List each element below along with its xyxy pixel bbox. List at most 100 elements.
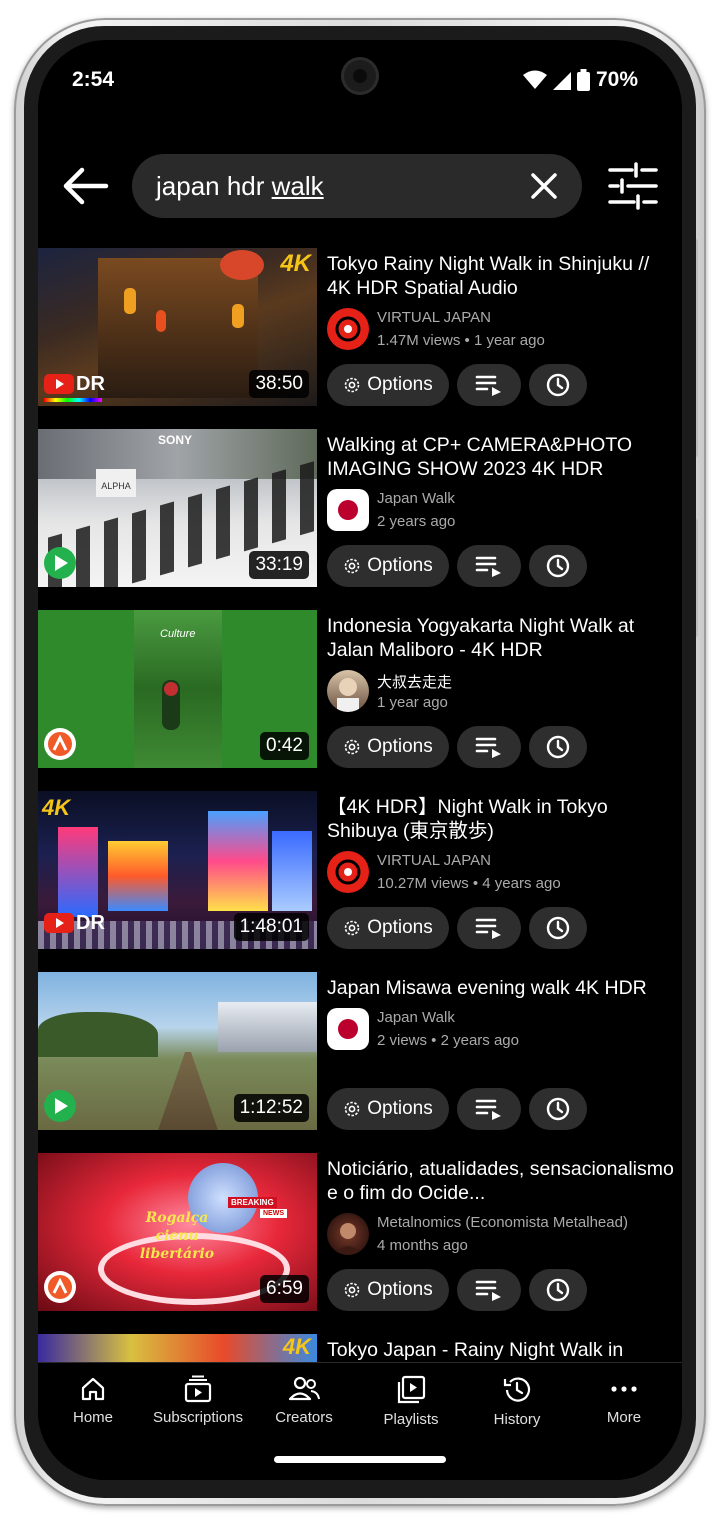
- video-result[interactable]: Culture 0:42 Indonesia Yogyakarta Night …: [38, 610, 682, 768]
- channel-avatar[interactable]: [327, 489, 369, 531]
- video-duration: 38:50: [249, 370, 309, 398]
- video-result[interactable]: SONY ALPHA 33:19 Walking at CP+ CAMERA&P…: [38, 429, 682, 587]
- nav-more[interactable]: More: [569, 1375, 679, 1426]
- options-button[interactable]: Options: [327, 1269, 449, 1311]
- channel-avatar[interactable]: [327, 1008, 369, 1050]
- lantern: [232, 304, 244, 328]
- video-meta: 2 views • 2 years ago: [377, 1032, 519, 1049]
- options-button[interactable]: Options: [327, 1088, 449, 1130]
- video-title[interactable]: 【4K HDR】Night Walk in Tokyo Shibuya (東京散…: [327, 795, 677, 843]
- channel-name[interactable]: Metalnomics (Economista Metalhead): [377, 1214, 628, 1231]
- playlist-add-icon: [475, 1280, 501, 1301]
- search-query-text: japan hdr: [156, 171, 272, 201]
- more-icon: [611, 1386, 637, 1392]
- video-meta: 2 years ago: [377, 513, 456, 530]
- watch-later-button[interactable]: [529, 545, 587, 587]
- video-title[interactable]: Tokyo Japan - Rainy Night Walk in: [327, 1338, 677, 1362]
- clock-icon: [546, 1278, 570, 1302]
- lantern: [124, 288, 136, 314]
- watch-later-button[interactable]: [529, 1269, 587, 1311]
- options-button[interactable]: Options: [327, 907, 449, 949]
- nav-label: Home: [72, 1409, 113, 1426]
- thumbnail-title-text: Rogalça cienu libertário: [139, 1210, 215, 1262]
- video-thumbnail[interactable]: 4K DR 38:50: [38, 248, 317, 406]
- watch-later-button[interactable]: [529, 726, 587, 768]
- video-title[interactable]: Walking at CP+ CAMERA&PHOTO IMAGING SHOW…: [327, 433, 677, 481]
- video-result[interactable]: 4K DR 38:50 Tokyo Rainy Night Walk in Sh…: [38, 248, 682, 406]
- youtube-logo: [44, 913, 74, 933]
- hdr-tag: DR: [76, 373, 105, 395]
- back-button[interactable]: [60, 164, 110, 208]
- channel-name[interactable]: Japan Walk: [377, 1009, 455, 1026]
- video-thumbnail[interactable]: SONY ALPHA 33:19: [38, 429, 317, 587]
- options-button[interactable]: Options: [327, 364, 449, 406]
- watch-later-button[interactable]: [529, 364, 587, 406]
- watch-later-button[interactable]: [529, 1088, 587, 1130]
- building-lights: [272, 831, 312, 911]
- add-to-queue-button[interactable]: [457, 1088, 521, 1130]
- nav-subscriptions[interactable]: Subscriptions: [143, 1375, 253, 1426]
- 4k-tag: 4K: [280, 250, 311, 277]
- nav-label: History: [493, 1411, 541, 1428]
- channel-avatar[interactable]: [327, 308, 369, 350]
- video-thumbnail[interactable]: 1:12:52: [38, 972, 317, 1130]
- nav-label: Creators: [275, 1409, 333, 1426]
- video-title[interactable]: Japan Misawa evening walk 4K HDR: [327, 976, 677, 1000]
- watch-later-button[interactable]: [529, 907, 587, 949]
- video-duration: 0:42: [260, 732, 309, 760]
- nav-playlists[interactable]: Playlists: [356, 1375, 466, 1428]
- battery-percent: 70%: [595, 68, 638, 91]
- results-list: 4K DR 38:50 Tokyo Rainy Night Walk in Sh…: [38, 248, 682, 1362]
- channel-avatar[interactable]: [327, 851, 369, 893]
- channel-avatar[interactable]: [327, 670, 369, 712]
- playlist-add-icon: [475, 1099, 501, 1120]
- video-duration: 6:59: [260, 1275, 309, 1303]
- options-button[interactable]: Options: [327, 726, 449, 768]
- video-meta: 4 months ago: [377, 1237, 468, 1254]
- add-to-queue-button[interactable]: [457, 1269, 521, 1311]
- video-result[interactable]: 4K DR 1:48:01 【4K HDR】Night Walk in Toky…: [38, 791, 682, 949]
- screen: 2:54 70% japan hdr walk 4K DR 38:50 Toky…: [38, 40, 682, 1480]
- channel-logo: [44, 1271, 76, 1303]
- nav-creators[interactable]: Creators: [249, 1375, 359, 1426]
- video-meta: 10.27M views • 4 years ago: [377, 875, 561, 892]
- nav-label: Subscriptions: [152, 1409, 244, 1426]
- video-thumbnail[interactable]: 4K: [38, 1334, 317, 1362]
- gesture-home-bar[interactable]: [274, 1456, 446, 1463]
- gear-icon: [344, 739, 360, 755]
- channel-name[interactable]: VIRTUAL JAPAN: [377, 309, 491, 326]
- add-to-queue-button[interactable]: [457, 907, 521, 949]
- video-title[interactable]: Indonesia Yogyakarta Night Walk at Jalan…: [327, 614, 677, 662]
- channel-name[interactable]: 大叔去走走: [377, 671, 452, 692]
- channel-name[interactable]: VIRTUAL JAPAN: [377, 852, 491, 869]
- options-label: Options: [367, 555, 433, 576]
- nav-home[interactable]: Home: [38, 1375, 148, 1426]
- search-input[interactable]: japan hdr walk: [132, 154, 582, 218]
- battery-icon: [576, 69, 590, 91]
- channel-name[interactable]: Japan Walk: [377, 490, 455, 507]
- add-to-queue-button[interactable]: [457, 545, 521, 587]
- options-button[interactable]: Options: [327, 545, 449, 587]
- video-result[interactable]: BREAKING NEWS Rogalça cienu libertário 6…: [38, 1153, 682, 1311]
- trees: [38, 1012, 158, 1057]
- filter-icon[interactable]: [608, 162, 658, 210]
- video-duration: 33:19: [249, 551, 309, 579]
- clock-icon: [546, 1097, 570, 1121]
- video-result[interactable]: 4K Tokyo Japan - Rainy Night Walk in: [38, 1334, 682, 1362]
- clear-search-icon[interactable]: [530, 172, 558, 200]
- nav-history[interactable]: History: [462, 1375, 572, 1428]
- add-to-queue-button[interactable]: [457, 726, 521, 768]
- playlists-icon: [397, 1375, 426, 1404]
- channel-avatar[interactable]: [327, 1213, 369, 1255]
- add-to-queue-button[interactable]: [457, 364, 521, 406]
- video-thumbnail[interactable]: BREAKING NEWS Rogalça cienu libertário 6…: [38, 1153, 317, 1311]
- video-thumbnail[interactable]: Culture 0:42: [38, 610, 317, 768]
- clock-icon: [546, 916, 570, 940]
- video-result[interactable]: 1:12:52 Japan Misawa evening walk 4K HDR…: [38, 972, 682, 1130]
- options-label: Options: [367, 1098, 433, 1119]
- video-title[interactable]: Noticiário, atualidades, sensacionalismo…: [327, 1157, 677, 1205]
- video-title[interactable]: Tokyo Rainy Night Walk in Shinjuku // 4K…: [327, 252, 677, 300]
- video-thumbnail[interactable]: 4K DR 1:48:01: [38, 791, 317, 949]
- gear-icon: [344, 1101, 360, 1117]
- youtube-logo: [44, 374, 74, 394]
